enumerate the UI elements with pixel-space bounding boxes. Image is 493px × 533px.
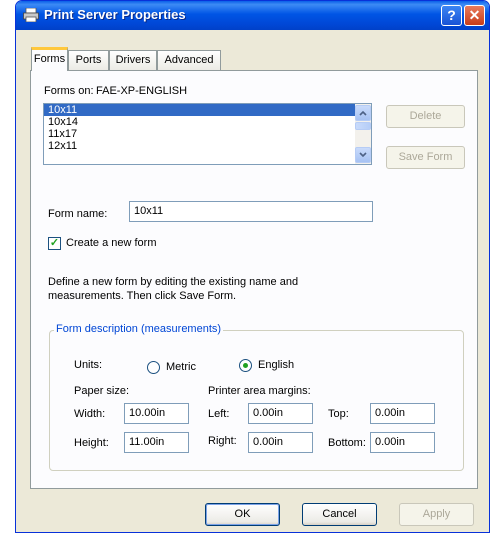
forms-on-label: Forms on: <box>44 85 94 97</box>
units-label: Units: <box>74 359 103 371</box>
measurements-group-title: Form description (measurements) <box>54 323 224 335</box>
right-label: Right: <box>208 435 237 447</box>
top-label: Top: <box>328 408 349 420</box>
cancel-button[interactable]: Cancel <box>302 503 377 526</box>
radio-selected-dot <box>243 363 248 368</box>
paper-size-label: Paper size: <box>74 385 130 397</box>
printer-area-margins-label: Printer area margins: <box>208 385 311 397</box>
ok-button[interactable]: OK <box>205 503 280 526</box>
printer-icon <box>23 8 39 22</box>
list-scrollbar[interactable] <box>355 104 371 164</box>
form-name-input[interactable]: 10x11 <box>129 201 373 222</box>
tab-ports[interactable]: Ports <box>68 50 109 70</box>
tab-drivers[interactable]: Drivers <box>109 50 157 70</box>
scroll-up-button[interactable] <box>355 105 371 121</box>
list-item[interactable]: 10x11 <box>44 104 371 116</box>
form-name-label: Form name: <box>48 208 108 220</box>
server-name: FAE-XP-ENGLISH <box>96 85 188 97</box>
english-radio[interactable] <box>239 359 252 372</box>
description-line-1: Define a new form by editing the existin… <box>48 276 299 288</box>
description-line-2: measurements. Then click Save Form. <box>48 290 237 302</box>
english-label: English <box>258 359 295 371</box>
print-server-properties-window: Print Server Properties ? ✕ Ports Driver… <box>15 0 490 533</box>
chevron-up-icon <box>359 110 367 116</box>
create-new-form-checkbox[interactable]: ✓ <box>48 237 61 250</box>
window-title: Print Server Properties <box>44 7 186 22</box>
list-item[interactable]: 10x14 <box>44 116 371 128</box>
left-label: Left: <box>208 408 230 420</box>
apply-button[interactable]: Apply <box>399 503 474 526</box>
top-margin-input[interactable]: 0.00in <box>370 403 435 424</box>
right-margin-input[interactable]: 0.00in <box>248 432 313 453</box>
scroll-down-button[interactable] <box>355 147 371 163</box>
width-input[interactable]: 10.00in <box>124 403 189 424</box>
scroll-thumb[interactable] <box>355 122 371 130</box>
height-label: Height: <box>74 437 109 449</box>
title-bar[interactable]: Print Server Properties ? ✕ <box>16 1 489 30</box>
width-label: Width: <box>74 408 106 420</box>
list-item[interactable]: 11x17 <box>44 128 371 140</box>
help-button[interactable]: ? <box>441 5 462 26</box>
bottom-margin-input[interactable]: 0.00in <box>370 432 435 453</box>
delete-button[interactable]: Delete <box>386 105 465 128</box>
metric-label: Metric <box>166 361 196 373</box>
forms-list[interactable]: 10x11 10x14 11x17 12x11 <box>43 103 372 165</box>
close-button[interactable]: ✕ <box>464 5 485 26</box>
save-form-button[interactable]: Save Form <box>386 146 465 169</box>
tab-advanced[interactable]: Advanced <box>157 50 221 70</box>
chevron-down-icon <box>359 152 367 158</box>
create-new-form-label: Create a new form <box>66 237 157 249</box>
height-input[interactable]: 11.00in <box>124 432 189 453</box>
tab-forms[interactable]: Forms <box>31 47 68 71</box>
list-item[interactable]: 12x11 <box>44 140 371 152</box>
left-margin-input[interactable]: 0.00in <box>248 403 313 424</box>
metric-radio[interactable] <box>147 361 160 374</box>
bottom-label: Bottom: <box>328 437 366 449</box>
